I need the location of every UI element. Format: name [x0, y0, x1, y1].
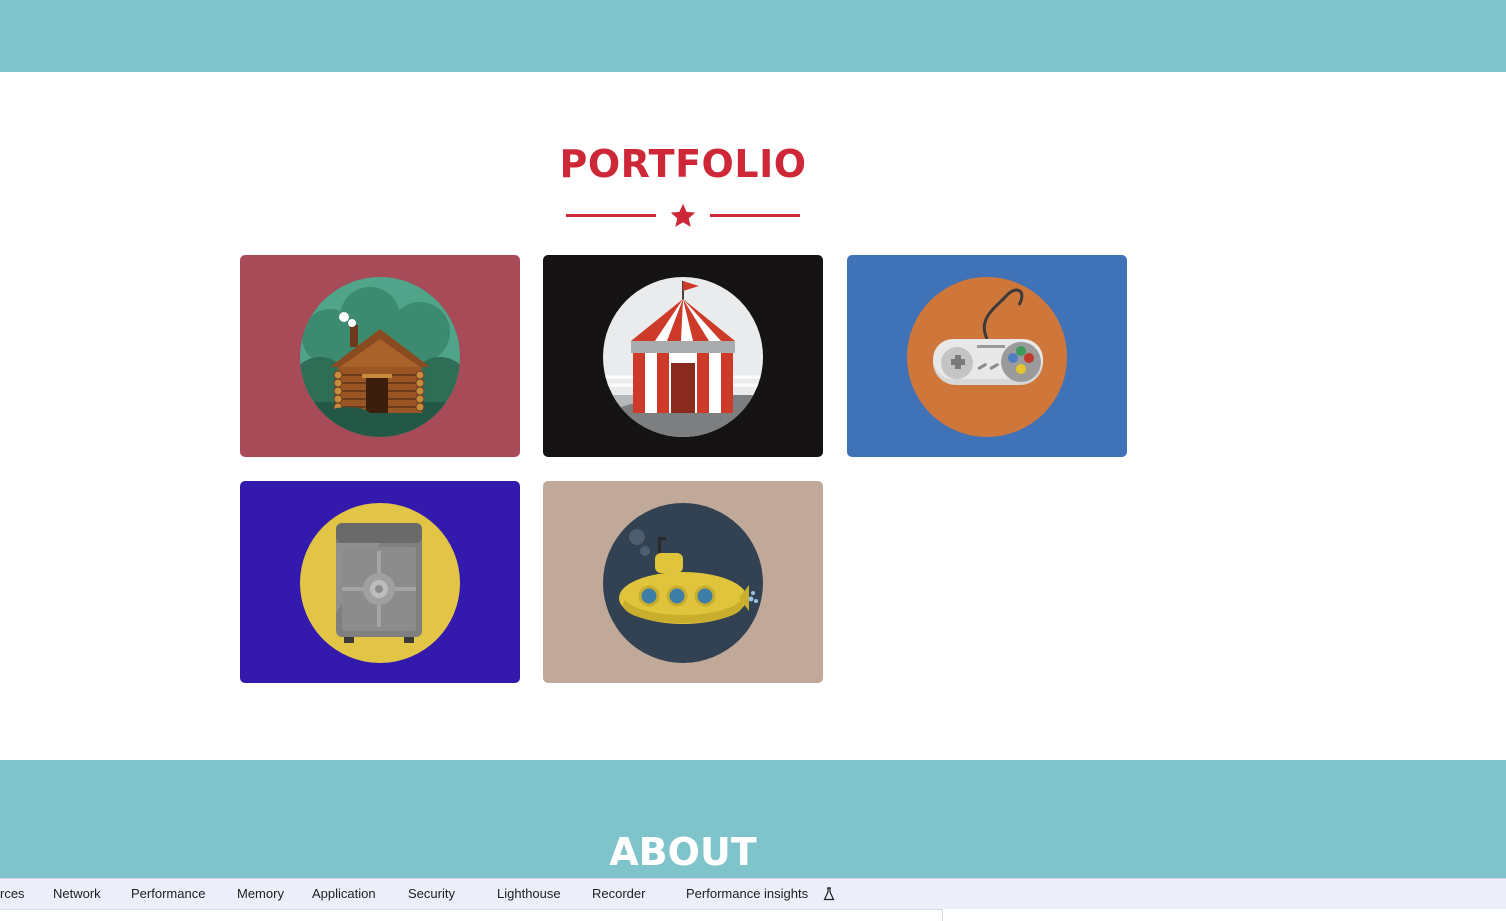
devtools-tab-performance-insights[interactable]: Performance insights — [686, 886, 808, 901]
devtools-tab-application[interactable]: Application — [312, 886, 376, 901]
top-header-band — [0, 0, 1506, 72]
cabin-icon — [300, 277, 460, 437]
about-section: ABOUT — [0, 760, 1506, 880]
portfolio-item-submarine[interactable] — [543, 481, 823, 683]
portfolio-item-circus[interactable] — [543, 255, 823, 457]
portfolio-item-cabin[interactable] — [240, 255, 520, 457]
about-title: ABOUT — [609, 830, 757, 874]
flask-icon — [823, 887, 835, 901]
devtools-tab-performance[interactable]: Performance — [131, 886, 205, 901]
star-icon — [670, 203, 696, 227]
devtools-tab-memory[interactable]: Memory — [237, 886, 284, 901]
devtools-tab-sources[interactable]: rces — [0, 886, 25, 901]
title-divider — [566, 202, 800, 230]
divider-line-right — [710, 214, 800, 217]
divider-line-left — [566, 214, 656, 217]
safe-icon — [300, 503, 460, 663]
portfolio-item-controller[interactable] — [847, 255, 1127, 457]
devtools-right-pane — [942, 909, 1506, 921]
portfolio-title: PORTFOLIO — [559, 142, 807, 186]
devtools-tab-network[interactable]: Network — [53, 886, 101, 901]
game-controller-icon — [907, 277, 1067, 437]
submarine-icon — [603, 503, 763, 663]
devtools-tab-recorder[interactable]: Recorder — [592, 886, 645, 901]
devtools-tab-security[interactable]: Security — [408, 886, 455, 901]
portfolio-section: PORTFOLIO — [0, 72, 1506, 760]
portfolio-item-safe[interactable] — [240, 481, 520, 683]
devtools-panel: rces Network Performance Memory Applicat… — [0, 878, 1506, 921]
devtools-tab-lighthouse[interactable]: Lighthouse — [497, 886, 561, 901]
circus-tent-icon — [603, 277, 763, 437]
